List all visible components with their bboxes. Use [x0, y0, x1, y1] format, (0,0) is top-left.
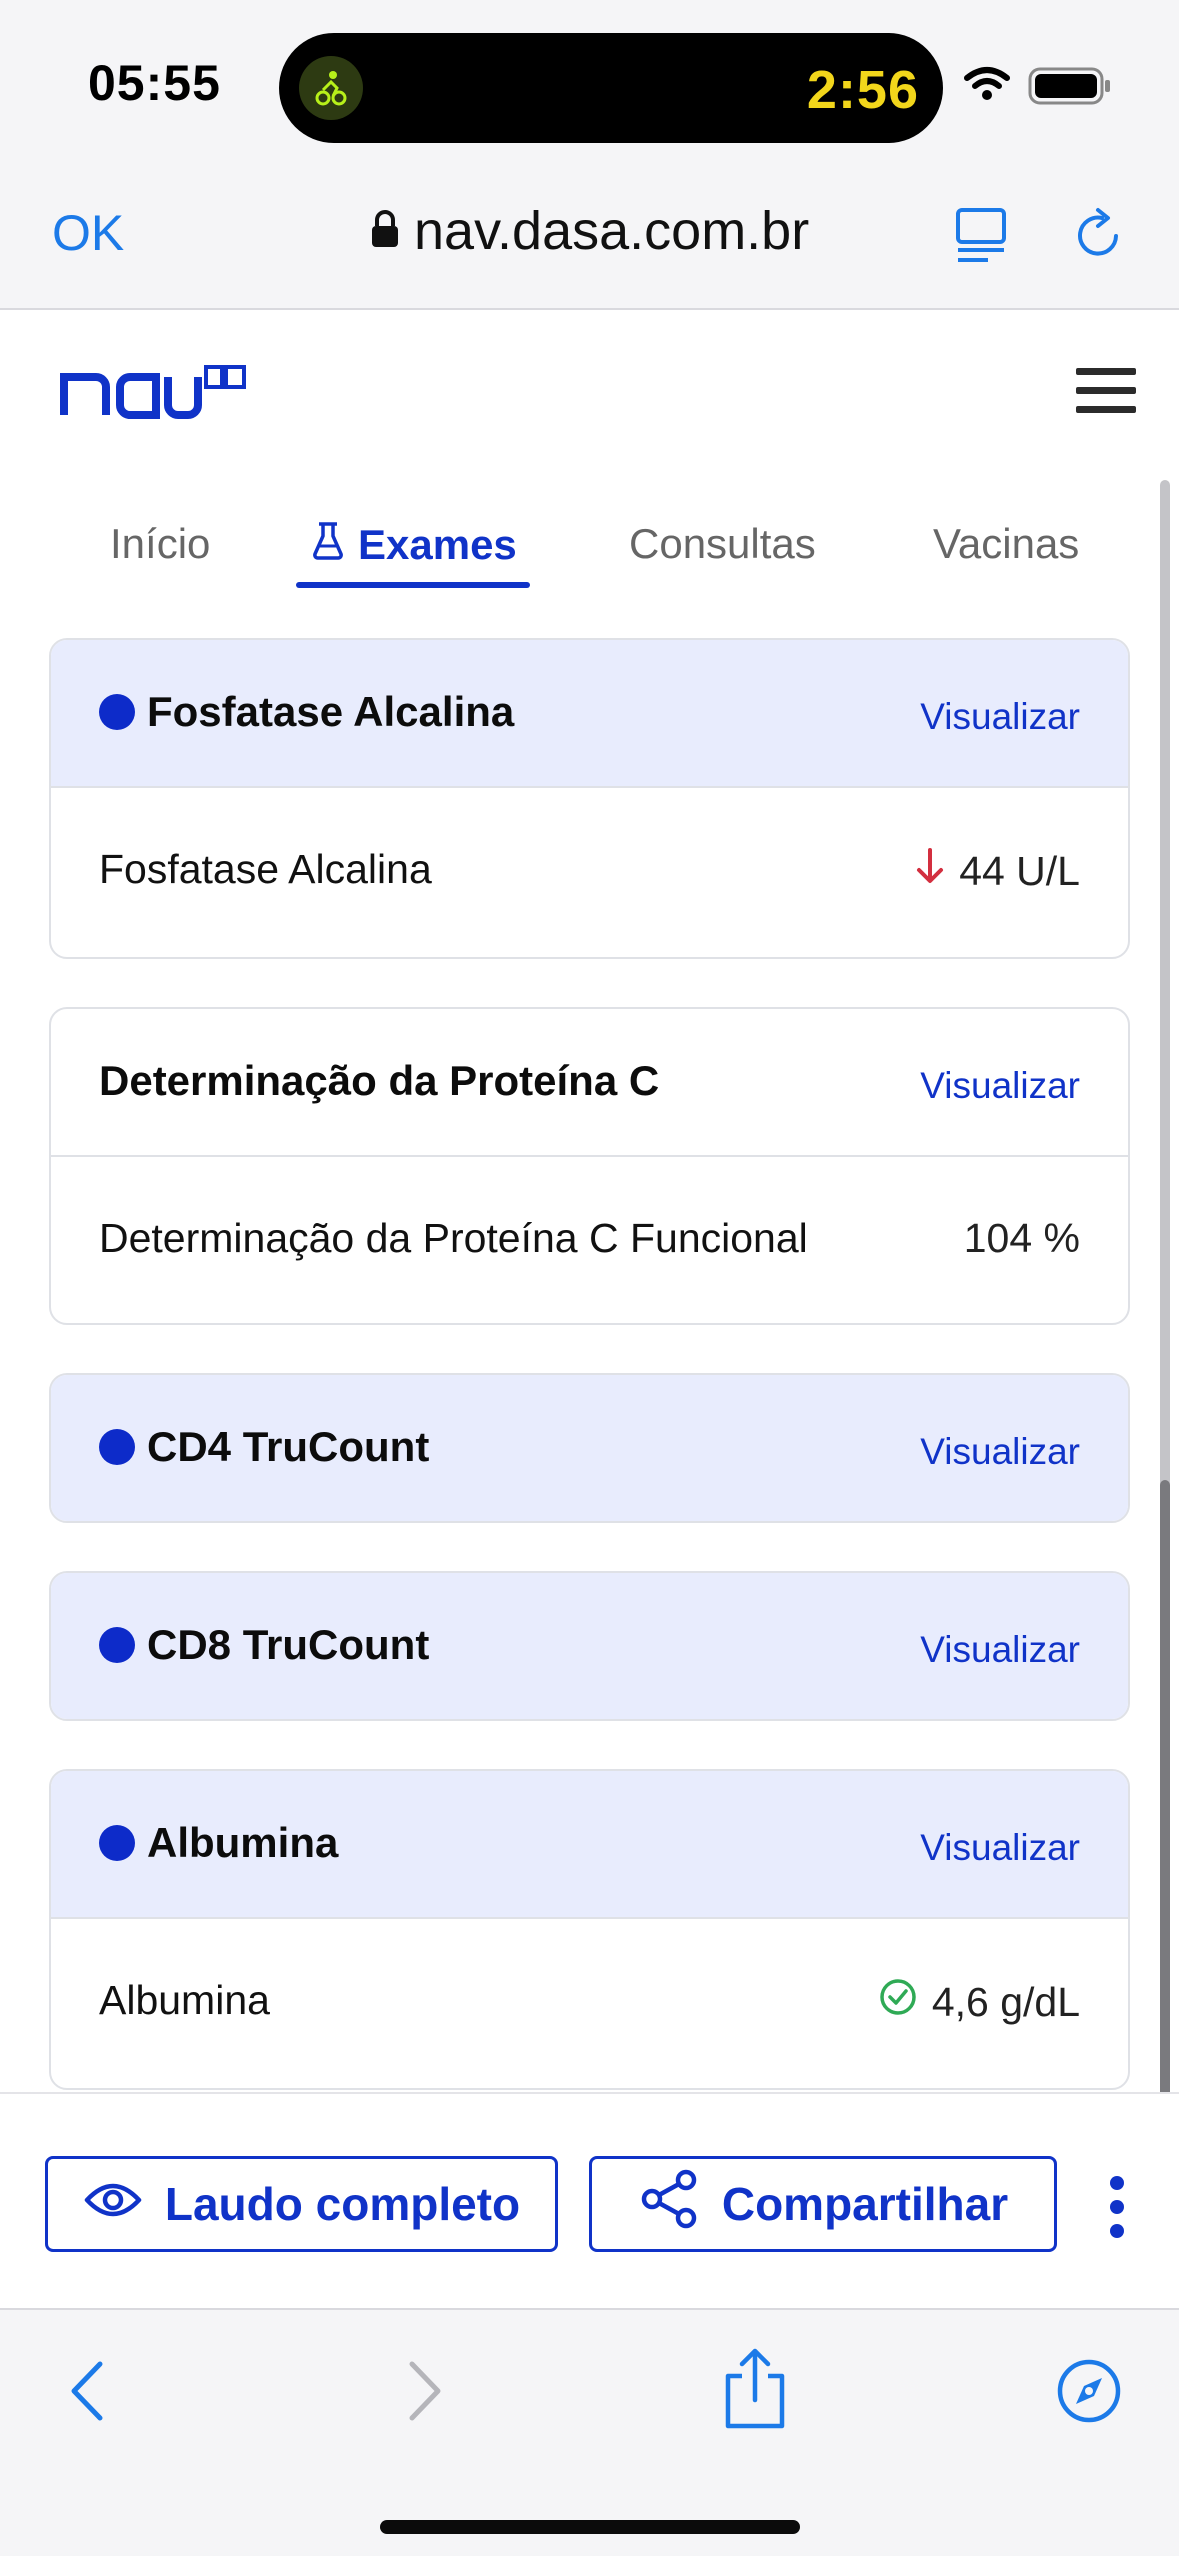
home-indicator [380, 2520, 800, 2534]
flask-icon [312, 520, 344, 570]
action-bar: Laudo completo Compartilhar [0, 2092, 1179, 2308]
full-report-button[interactable]: Laudo completo [45, 2156, 558, 2252]
result-label: Albumina [99, 1977, 270, 2023]
exam-card-header[interactable]: CD8 TruCount Visualizar [51, 1573, 1128, 1719]
visualizar-link[interactable]: Visualizar [920, 1827, 1080, 1869]
result-value: 104 % [963, 1215, 1080, 1261]
new-result-dot [99, 1825, 135, 1861]
exam-card-header[interactable]: CD4 TruCount Visualizar [51, 1375, 1128, 1521]
result-label: Determinação da Proteína C Funcional [99, 1215, 808, 1261]
live-activity-timer: 2:56 [806, 60, 919, 120]
nav-logo[interactable] [60, 363, 250, 424]
share-label: Compartilhar [721, 2178, 1009, 2230]
result-label: Fosfatase Alcalina [99, 846, 432, 892]
url-field[interactable]: nav.dasa.com.br [370, 200, 809, 262]
browser-address-bar: OK nav.dasa.com.br [0, 170, 1179, 310]
full-report-label: Laudo completo [164, 2178, 521, 2230]
cycling-icon [299, 56, 363, 120]
tab-inicio[interactable]: Início [110, 520, 210, 568]
more-vertical-icon[interactable] [1110, 2176, 1126, 2248]
exam-title-wrap: CD8 TruCount [99, 1621, 429, 1669]
exam-title: Fosfatase Alcalina [147, 688, 515, 735]
tab-consultas[interactable]: Consultas [629, 520, 816, 568]
battery-icon [1028, 66, 1112, 111]
exam-card-header[interactable]: Determinação da Proteína C Visualizar [51, 1009, 1128, 1157]
exam-title: CD4 TruCount [147, 1423, 430, 1470]
result-value: 4,6 g/dL [931, 1978, 1080, 2025]
status-time: 05:55 [88, 55, 221, 111]
reader-mode-icon[interactable] [954, 206, 1008, 271]
result-value: 44 U/L [959, 847, 1080, 894]
back-icon[interactable] [62, 2356, 112, 2431]
arrow-down-icon [915, 846, 945, 896]
visualizar-link[interactable]: Visualizar [920, 696, 1080, 738]
tab-vacinas[interactable]: Vacinas [933, 520, 1079, 568]
check-circle-icon [878, 1977, 918, 2027]
url-text: nav.dasa.com.br [414, 201, 810, 261]
exam-card: CD4 TruCount Visualizar [49, 1373, 1130, 1523]
visualizar-link[interactable]: Visualizar [920, 1431, 1080, 1473]
result-row: Albumina 4,6 g/dL [51, 1919, 1128, 2087]
exam-title-wrap: CD4 TruCount [99, 1423, 429, 1471]
share-icon [638, 2168, 700, 2241]
dynamic-island[interactable]: 2:56 [279, 33, 943, 143]
share-sheet-icon[interactable] [720, 2346, 790, 2437]
forward-icon[interactable] [400, 2356, 450, 2431]
tab-exames[interactable]: Exames [312, 520, 517, 570]
visualizar-link[interactable]: Visualizar [920, 1065, 1080, 1107]
exam-title: CD8 TruCount [147, 1621, 430, 1668]
status-bar: 05:55 2:56 [0, 0, 1179, 170]
wifi-icon [963, 66, 1011, 107]
visualizar-link[interactable]: Visualizar [920, 1629, 1080, 1671]
browser-toolbar [0, 2308, 1179, 2556]
active-tab-indicator [296, 582, 530, 588]
share-button[interactable]: Compartilhar [589, 2156, 1057, 2252]
exam-card: CD8 TruCount Visualizar [49, 1571, 1130, 1721]
exam-title-wrap: Albumina [99, 1819, 338, 1867]
result-row: Fosfatase Alcalina 44 U/L [51, 788, 1128, 956]
exam-card: Fosfatase Alcalina Visualizar Fosfatase … [49, 638, 1130, 959]
exam-card-header[interactable]: Fosfatase Alcalina Visualizar [51, 640, 1128, 788]
compass-icon[interactable] [1056, 2358, 1122, 2429]
lock-icon [370, 200, 400, 262]
result-value-wrap: 44 U/L [915, 846, 1080, 896]
exam-card: Determinação da Proteína C Visualizar De… [49, 1007, 1130, 1325]
exam-card-header[interactable]: Albumina Visualizar [51, 1771, 1128, 1919]
eye-icon [83, 2177, 143, 2231]
hamburger-menu-icon[interactable] [1076, 368, 1136, 418]
new-result-dot [99, 694, 135, 730]
new-result-dot [99, 1627, 135, 1663]
done-button[interactable]: OK [52, 204, 124, 262]
reload-icon[interactable] [1072, 206, 1128, 271]
exam-title: Determinação da Proteína C [99, 1057, 660, 1104]
exam-title-wrap: Fosfatase Alcalina [99, 688, 514, 736]
exam-title: Albumina [147, 1819, 339, 1866]
result-value-wrap: 4,6 g/dL [878, 1977, 1080, 2027]
tab-exames-label: Exames [358, 521, 517, 568]
result-row: Determinação da Proteína C Funcional 104… [51, 1157, 1128, 1323]
new-result-dot [99, 1429, 135, 1465]
exam-card: Albumina Visualizar Albumina 4,6 g/dL [49, 1769, 1130, 2090]
